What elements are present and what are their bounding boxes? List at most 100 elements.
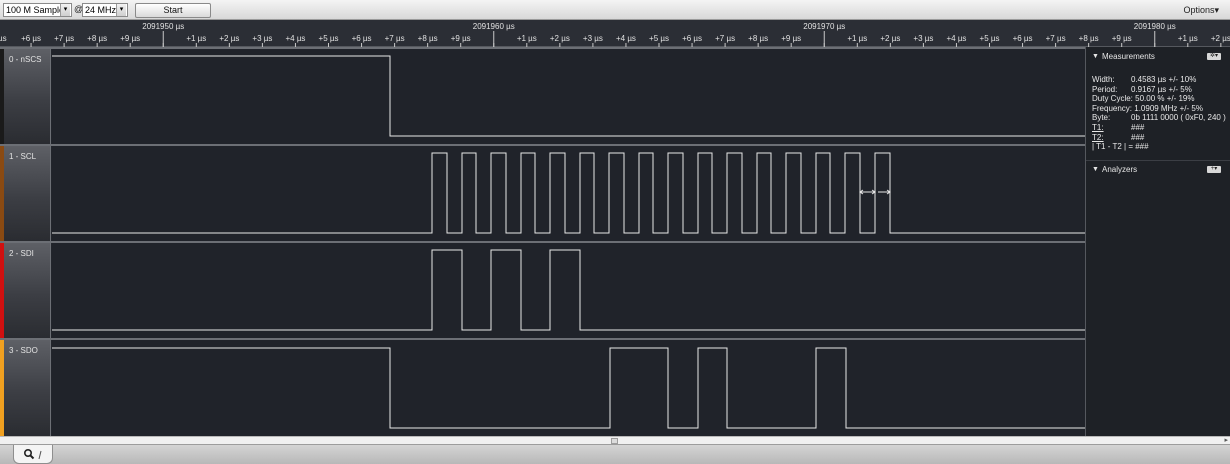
measurements-title: Measurements: [1102, 52, 1155, 61]
toolbar: 100 M Samples ▾ @ 24 MHz ▾ Start Options…: [0, 0, 1230, 20]
ruler-tick-label: +4 µs: [285, 34, 305, 43]
ruler-tick-label: +2 µs: [1211, 34, 1230, 43]
analyzers-title: Analyzers: [1102, 165, 1138, 174]
waveform-nscs[interactable]: [52, 49, 1085, 144]
ruler-tick-label: +5 µs: [649, 34, 669, 43]
ruler-tick-label: +3 µs: [252, 34, 272, 43]
ruler-tick-label: +8 µs: [87, 34, 107, 43]
collapse-triangle-icon: ▼: [1092, 166, 1099, 173]
ruler-tick-label: +6 µs: [21, 34, 41, 43]
ruler-tick-label: +9 µs: [781, 34, 801, 43]
channel-row-nscs[interactable]: 0 - nSCS: [0, 47, 1085, 144]
ruler-tick-label: +9 µs: [1112, 34, 1132, 43]
ruler-tick-label: +3 µs: [913, 34, 933, 43]
channel-row-sdo[interactable]: 3 - SDO: [0, 338, 1085, 436]
ruler-tick-label: +1 µs: [517, 34, 537, 43]
bottom-bar: [0, 444, 1230, 464]
sample-rate-dropdown[interactable]: 24 MHz ▾: [82, 3, 128, 17]
sample-count-dropdown[interactable]: 100 M Samples ▾: [3, 3, 72, 17]
byte-value: 0b 1111 0000 ( 0xF0, 240 ): [1131, 113, 1226, 123]
ruler-tick-label: +1 µs: [186, 34, 206, 43]
channel-color-stripe: [0, 340, 4, 436]
byte-label: Byte:: [1092, 113, 1111, 123]
waveform-scl-graphic: [52, 152, 1085, 234]
channel-label-sdo[interactable]: 3 - SDO: [0, 340, 51, 436]
add-icon[interactable]: +▾: [1207, 166, 1221, 173]
ruler-major-label: 2091980 µs: [1134, 22, 1176, 31]
ruler-tick-label: +2 µs: [550, 34, 570, 43]
ruler-tick-label: +2 µs: [880, 34, 900, 43]
time-ruler-graphic: µs +6 µs +7 µs +8 µs +9 µs +1 µs +2 µs +3 µs +4 …: [0, 22, 1230, 47]
search-icon: [24, 449, 42, 460]
width-label: Width:: [1092, 75, 1115, 84]
side-panel: ▼ Measurements ✲▾ Width: 0.4583 µs +/- 1…: [1085, 47, 1230, 436]
options-menu[interactable]: Options▾: [1183, 5, 1219, 16]
channel-label-scl[interactable]: 1 - SCL: [0, 146, 51, 241]
ruler-tick-label: +7 µs: [715, 34, 735, 43]
ruler-tick-label: +5 µs: [980, 34, 1000, 43]
scroll-right-arrow-icon[interactable]: ▸: [1224, 436, 1228, 444]
channel-name: 1 - SCL: [9, 152, 37, 161]
ruler-tick-label: +2 µs: [219, 34, 239, 43]
channel-color-stripe: [0, 243, 4, 338]
t1-label[interactable]: T1:: [1092, 123, 1104, 133]
ruler-tick-label: +6 µs: [352, 34, 372, 43]
channel-label-nscs[interactable]: 0 - nSCS: [0, 49, 51, 144]
ruler-major-label: 2091970 µs: [803, 22, 845, 31]
channel-row-sdi[interactable]: 2 - SDI: [0, 241, 1085, 338]
ruler-tick-label: +8 µs: [418, 34, 438, 43]
logic-analyzer-window: 100 M Samples ▾ @ 24 MHz ▾ Start Options…: [0, 0, 1230, 464]
frequency-value: Frequency: 1.0909 MHz +/- 5%: [1092, 103, 1203, 113]
ruler-tick-label: +4 µs: [946, 34, 966, 43]
channel-name: 2 - SDI: [9, 249, 34, 258]
waveform-sdi-graphic: [52, 249, 1085, 331]
channel-label-sdi[interactable]: 2 - SDI: [0, 243, 51, 338]
chevron-down-icon: ▾: [60, 4, 70, 16]
ruler-tick-label: +8 µs: [1079, 34, 1099, 43]
ruler-major-label: 2091960 µs: [473, 22, 515, 31]
channel-name: 3 - SDO: [9, 346, 38, 355]
period-label: Period:: [1092, 84, 1118, 94]
channel-row-scl[interactable]: 1 - SCL: [0, 144, 1085, 241]
ruler-tick-label: +9 µs: [451, 34, 471, 43]
ruler-tick-label: +6 µs: [682, 34, 702, 43]
ruler-tick-label: +7 µs: [385, 34, 405, 43]
ruler-tick-label: +6 µs: [1013, 34, 1033, 43]
channel-color-stripe: [0, 146, 4, 241]
analyzers-header[interactable]: ▼ Analyzers +▾: [1086, 162, 1230, 178]
collapse-triangle-icon: ▼: [1092, 53, 1099, 60]
chevron-down-icon: ▾: [116, 4, 126, 16]
duty-cycle-value: Duty Cycle: 50.00 % +/- 19%: [1092, 94, 1195, 104]
ruler-tick-label: +1 µs: [847, 34, 867, 43]
ruler-tick-label: +5 µs: [319, 34, 339, 43]
ruler-tick-label: µs: [0, 34, 7, 43]
waveform-scl[interactable]: [52, 146, 1085, 241]
channel-color-stripe: [0, 49, 4, 144]
t2-value: ###: [1131, 132, 1145, 142]
panel-divider: [1086, 160, 1230, 161]
ruler-tick-label: +8 µs: [748, 34, 768, 43]
measurements-header[interactable]: ▼ Measurements ✲▾: [1086, 49, 1230, 65]
ruler-major-label: 2091950 µs: [142, 22, 184, 31]
waveform-nscs-graphic: [52, 55, 1085, 137]
search-tab[interactable]: [13, 445, 53, 464]
waveform-sdo[interactable]: [52, 340, 1085, 436]
time-ruler[interactable]: µs +6 µs +7 µs +8 µs +9 µs +1 µs +2 µs +3 µs +4 …: [0, 20, 1230, 47]
sample-rate-value: 24 MHz: [85, 5, 117, 15]
ruler-tick-label: +7 µs: [1046, 34, 1066, 43]
start-button[interactable]: Start: [135, 3, 211, 18]
gear-icon[interactable]: ✲▾: [1207, 53, 1221, 60]
period-value: 0.9167 µs +/- 5%: [1131, 84, 1192, 94]
waveform-sdo-graphic: [52, 347, 1085, 429]
waveform-sdi[interactable]: [52, 243, 1085, 338]
ruler-tick-label: +7 µs: [54, 34, 74, 43]
t1-value: ###: [1131, 122, 1145, 132]
ruler-tick-label: +1 µs: [1178, 34, 1198, 43]
ruler-tick-label: +9 µs: [120, 34, 140, 43]
t1-t2-diff-value: | T1 - T2 | = ###: [1092, 142, 1149, 152]
channel-name: 0 - nSCS: [9, 55, 42, 64]
horizontal-scrollbar[interactable]: ▸: [0, 436, 1230, 444]
t2-label[interactable]: T2:: [1092, 133, 1104, 143]
width-value: 0.4583 µs +/- 10%: [1131, 75, 1197, 84]
ruler-tick-label: +4 µs: [616, 34, 636, 43]
